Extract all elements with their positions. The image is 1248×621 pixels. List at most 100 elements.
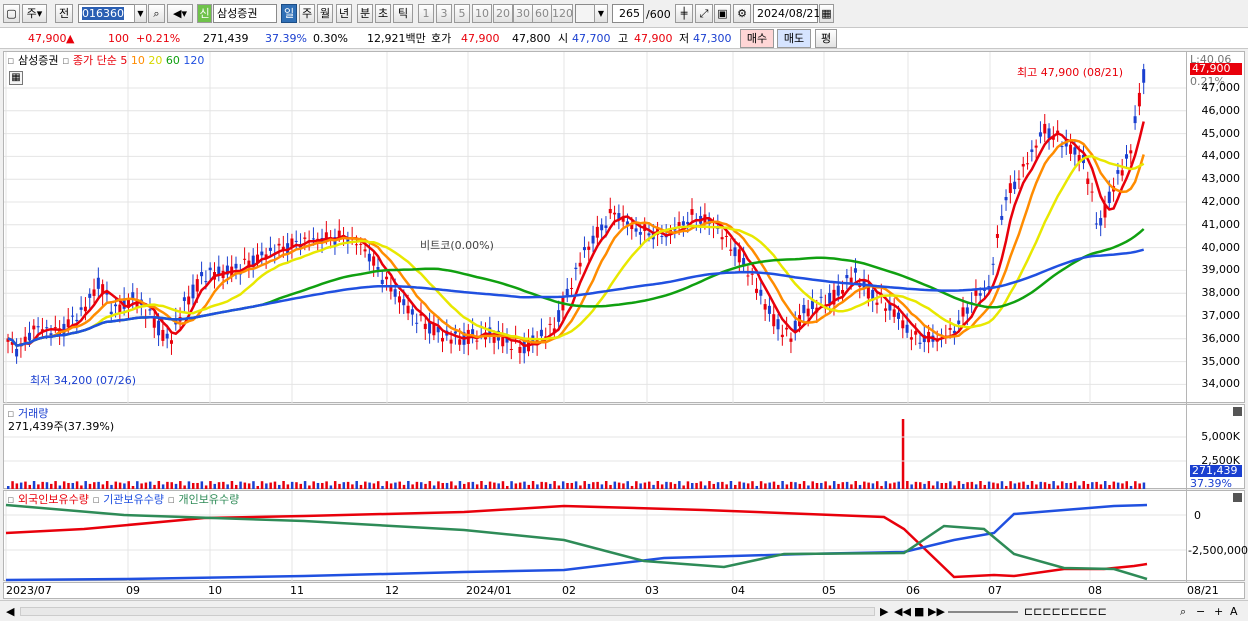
font-icon[interactable]: A <box>1230 605 1238 618</box>
candle-body <box>88 293 92 298</box>
period-month[interactable]: 월 <box>317 4 333 23</box>
price-tick: 40,000 <box>1201 240 1241 254</box>
volume-bar <box>290 481 294 489</box>
date-axis: 2023/07 09 10 11 12 2024/01 02 03 04 05 … <box>3 582 1245 599</box>
prev-button[interactable]: 전 <box>55 4 73 23</box>
close-icon[interactable] <box>1233 407 1242 416</box>
code-input[interactable]: 016360 <box>78 4 136 23</box>
zoom-out-icon[interactable]: − <box>1196 605 1205 618</box>
candle-body <box>587 246 591 250</box>
volume-bar <box>131 485 135 489</box>
zoom-icon[interactable]: ⌕ <box>1180 605 1186 618</box>
candle-body <box>806 308 810 317</box>
volume-panel[interactable]: ▫ 거래량 271,439주(37.39%) 5,000K 2,500K 271… <box>3 404 1245 490</box>
volume-bar <box>957 481 961 489</box>
candle-body <box>53 327 57 329</box>
volume-tag: 271,439 <box>1190 465 1242 477</box>
candle-body <box>914 331 918 335</box>
interval-60[interactable]: 60 <box>532 4 552 23</box>
volume-bar <box>110 484 113 489</box>
volume-ratio: 37.39% <box>265 32 307 45</box>
volume-bar <box>260 481 264 489</box>
rewind-icon[interactable]: ◀◀ <box>894 605 911 618</box>
volume-bar <box>944 482 948 489</box>
price-panel[interactable]: ▫ 삼성증권 ▫ 종가 단순 5 10 20 60 120 ▦ 최고 47,90… <box>3 51 1245 404</box>
interval-10[interactable]: 10 <box>472 4 492 23</box>
date-label: 04 <box>731 584 745 597</box>
volume-bar <box>768 482 771 489</box>
eval-button[interactable]: 평 <box>815 29 837 48</box>
volume-bar <box>454 485 457 489</box>
volume-bar <box>1078 485 1081 489</box>
sell-button[interactable]: 매도 <box>777 29 811 48</box>
candle-body <box>750 273 754 275</box>
volume-bar <box>166 481 169 489</box>
save-icon[interactable]: ▣ <box>714 4 731 23</box>
grid-table-icon[interactable]: ▦ <box>9 71 23 85</box>
holding-panel[interactable]: ▫ 외국인보유수량 ▫ 기관보유수량 ▫ 개인보유수량 0 -2,500,000 <box>3 490 1248 582</box>
count-input[interactable]: 265 <box>612 4 644 23</box>
volume-bar <box>239 481 242 489</box>
period-second[interactable]: 초 <box>375 4 391 23</box>
candle-body <box>440 337 444 342</box>
tools-icon[interactable]: ⊏⊏⊏⊏⊏⊏⊏⊏⊏ <box>1024 605 1107 618</box>
interval-dropdown-icon[interactable]: ▼ <box>594 4 608 23</box>
period-day[interactable]: 일 <box>281 4 297 23</box>
calendar-icon[interactable]: ▦ <box>819 4 834 23</box>
volume-bar <box>815 482 819 489</box>
candle-body <box>608 208 612 214</box>
scroll-right-icon[interactable]: ▶ <box>880 605 888 618</box>
volume-bar <box>127 481 130 489</box>
candle-body <box>1034 145 1038 148</box>
volume-bar <box>282 481 285 489</box>
draw-tool-icon[interactable]: ⤢ <box>695 4 713 23</box>
period-year[interactable]: 년 <box>336 4 352 23</box>
interval-30[interactable]: 30 <box>513 4 533 23</box>
zoom-slider[interactable] <box>948 611 1018 613</box>
buy-button[interactable]: 매수 <box>740 29 774 48</box>
candle-body <box>406 305 410 314</box>
code-dropdown-icon[interactable]: ▼ <box>134 4 147 23</box>
market-select[interactable]: 주▾ <box>22 4 47 23</box>
scrollbar[interactable] <box>20 607 875 616</box>
candle-body <box>957 320 961 325</box>
candle-body <box>385 276 389 280</box>
sound-icon[interactable]: ◀▾ <box>167 4 193 23</box>
window-icon[interactable]: ▢ <box>3 4 20 23</box>
period-week[interactable]: 주 <box>299 4 315 23</box>
candle-body <box>660 235 664 238</box>
volume-bar <box>643 482 647 489</box>
scroll-left-icon[interactable]: ◀ <box>6 605 14 618</box>
interval-3[interactable]: 3 <box>436 4 452 23</box>
volume-bar <box>1112 481 1116 489</box>
interval-120[interactable]: 120 <box>551 4 573 23</box>
interval-20[interactable]: 20 <box>493 4 513 23</box>
interval-1[interactable]: 1 <box>418 4 434 23</box>
volume-bar <box>738 481 741 489</box>
candle-body <box>565 288 569 296</box>
period-tick[interactable]: 틱 <box>393 4 413 23</box>
candle-body <box>853 268 857 273</box>
candle-body <box>836 285 840 296</box>
close-icon[interactable] <box>1233 493 1242 502</box>
volume-bar <box>1095 481 1098 489</box>
volume-bar <box>235 484 238 489</box>
date-input[interactable]: 2024/08/21 <box>753 4 820 23</box>
fast-forward-icon[interactable]: ▶▶ <box>928 605 945 618</box>
candle-body <box>965 307 969 314</box>
stock-name[interactable]: 삼성증권 <box>213 4 277 23</box>
candle-body <box>1021 163 1025 167</box>
candle-body <box>114 304 118 307</box>
gear-icon[interactable]: ⚙ <box>733 4 751 23</box>
interval-5[interactable]: 5 <box>454 4 470 23</box>
stop-icon[interactable]: ■ <box>914 605 924 618</box>
individual-label: 개인보유수량 <box>178 493 240 506</box>
volume-bar <box>695 482 698 489</box>
candle-body <box>1008 183 1012 193</box>
price-legend: ▫ 삼성증권 ▫ 종가 단순 5 10 20 60 120 <box>7 54 204 67</box>
search-icon[interactable]: ⌕ <box>148 4 165 23</box>
volume-bar <box>613 481 617 489</box>
zoom-in-icon[interactable]: + <box>1214 605 1223 618</box>
candle-icon[interactable]: ╪ <box>675 4 693 23</box>
period-minute[interactable]: 분 <box>357 4 373 23</box>
